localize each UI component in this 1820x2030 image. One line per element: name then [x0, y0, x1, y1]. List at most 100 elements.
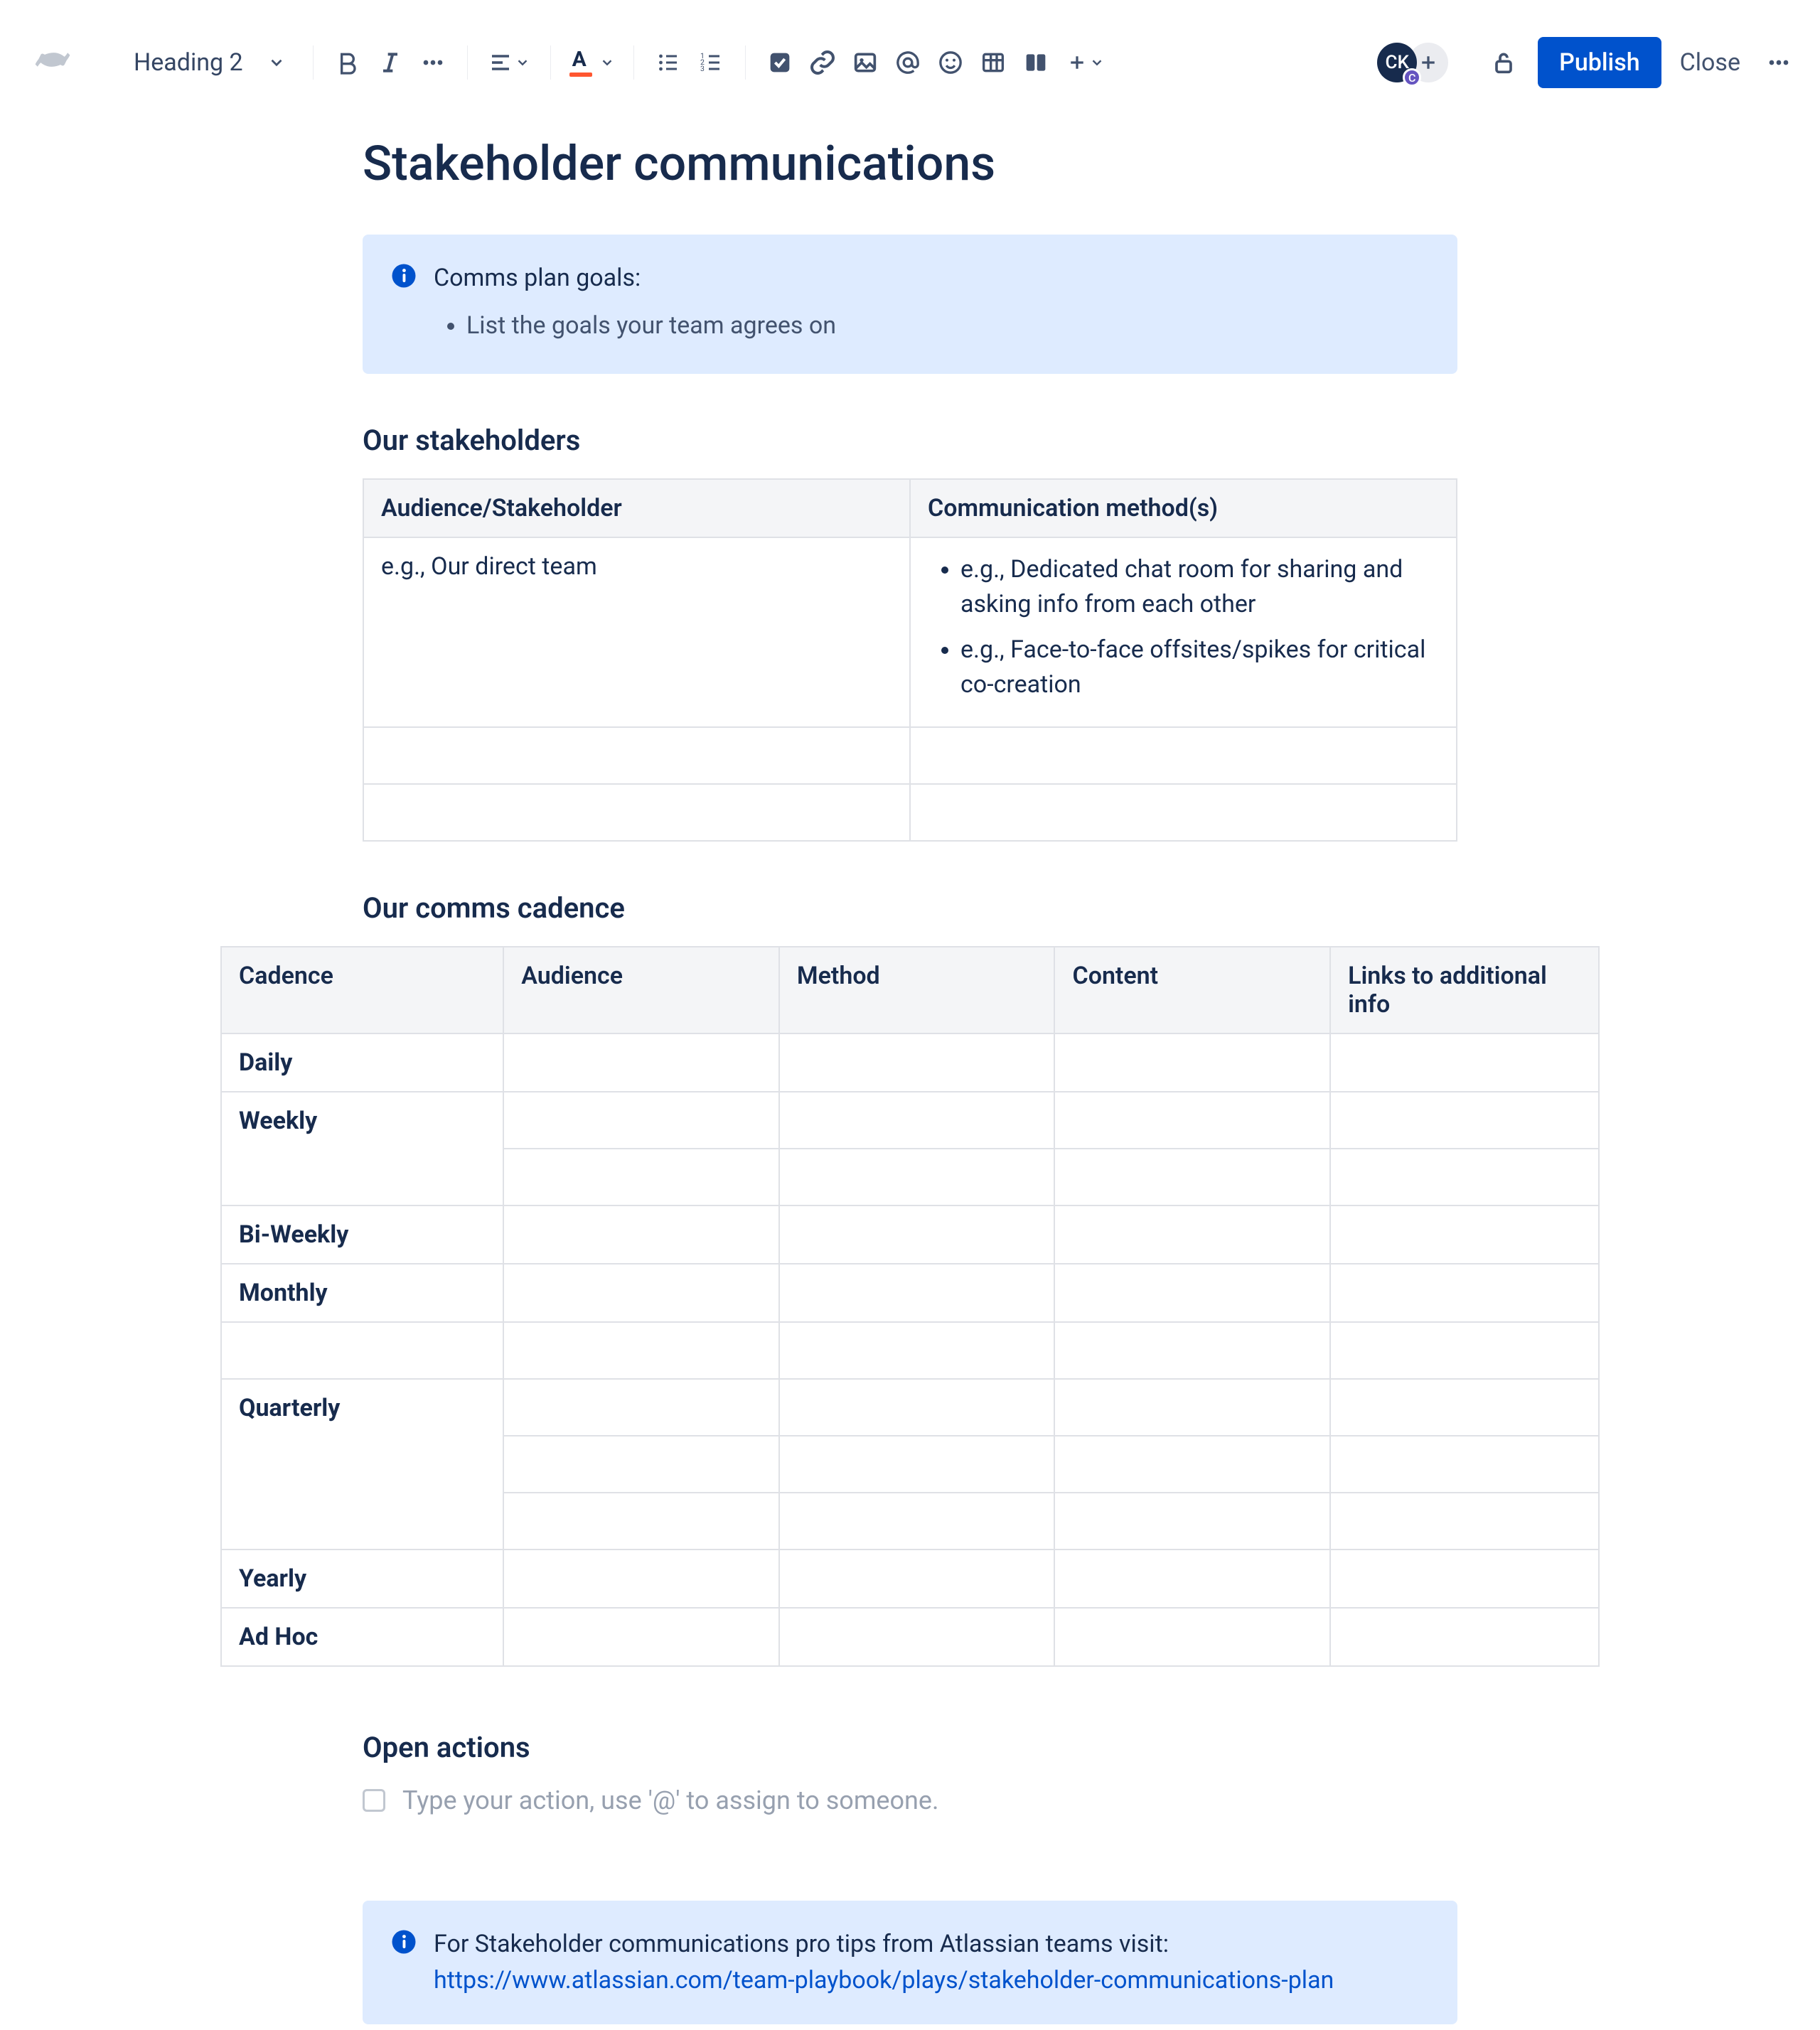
publish-button[interactable]: Publish	[1538, 37, 1661, 88]
table-row[interactable]: Weekly	[221, 1092, 1599, 1149]
stakeholders-table[interactable]: Audience/Stakeholder Communication metho…	[363, 478, 1457, 842]
table-cell[interactable]	[503, 1379, 779, 1436]
table-cell[interactable]	[1330, 1550, 1599, 1608]
table-row[interactable]: Bi-Weekly	[221, 1205, 1599, 1264]
table-cell[interactable]	[1330, 1205, 1599, 1264]
text-style-dropdown[interactable]: Heading 2	[127, 41, 300, 84]
table-cell[interactable]	[503, 1205, 779, 1264]
list-item[interactable]: e.g., Face-to-face offsites/spikes for c…	[960, 633, 1439, 703]
table-cell[interactable]	[1330, 1379, 1599, 1436]
cadence-row-label[interactable]: Ad Hoc	[221, 1608, 503, 1666]
table-cell[interactable]	[779, 1092, 1055, 1149]
insert-dropdown[interactable]	[1057, 41, 1114, 84]
cadence-th[interactable]: Content	[1054, 947, 1330, 1033]
open-actions-heading[interactable]: Open actions	[363, 1731, 1457, 1764]
table-cell[interactable]	[1054, 1205, 1330, 1264]
table-cell[interactable]	[1054, 1322, 1330, 1379]
table-cell[interactable]	[1054, 1550, 1330, 1608]
table-cell[interactable]	[1054, 1436, 1330, 1493]
numbered-list-button[interactable]: 123	[690, 41, 732, 84]
bold-button[interactable]	[326, 41, 369, 84]
info-panel-body[interactable]: For Stakeholder communications pro tips …	[434, 1926, 1429, 1999]
table-cell[interactable]	[910, 784, 1457, 841]
alignment-dropdown[interactable]	[481, 41, 537, 84]
table-row[interactable]	[221, 1322, 1599, 1379]
table-cell[interactable]	[1330, 1608, 1599, 1666]
table-cell[interactable]	[779, 1493, 1055, 1550]
table-cell[interactable]	[1330, 1149, 1599, 1205]
cadence-row-label[interactable]: Yearly	[221, 1550, 503, 1608]
document-body[interactable]: Stakeholder communications Comms plan go…	[363, 100, 1457, 925]
cadence-heading[interactable]: Our comms cadence	[363, 891, 1457, 925]
user-avatar[interactable]: CK C	[1377, 43, 1417, 82]
table-row[interactable]: Quarterly	[221, 1379, 1599, 1436]
table-cell[interactable]	[503, 1092, 779, 1149]
table-cell[interactable]	[779, 1436, 1055, 1493]
table-cell[interactable]	[503, 1149, 779, 1205]
table-cell[interactable]	[503, 1264, 779, 1322]
table-cell[interactable]	[779, 1205, 1055, 1264]
more-actions-button[interactable]	[1759, 43, 1799, 82]
table-cell[interactable]	[1330, 1264, 1599, 1322]
action-placeholder[interactable]: Type your action, use '@' to assign to s…	[402, 1785, 939, 1815]
table-cell[interactable]	[503, 1608, 779, 1666]
info-panel-goals[interactable]: Comms plan goals: List the goals your te…	[363, 235, 1457, 374]
table-cell[interactable]	[1054, 1264, 1330, 1322]
restrictions-button[interactable]	[1484, 43, 1524, 82]
table-cell[interactable]	[1330, 1033, 1599, 1092]
table-row[interactable]: Monthly	[221, 1264, 1599, 1322]
table-cell[interactable]	[363, 727, 910, 784]
table-row[interactable]: Daily	[221, 1033, 1599, 1092]
table-cell[interactable]	[1330, 1322, 1599, 1379]
action-item[interactable]: Type your action, use '@' to assign to s…	[363, 1785, 1457, 1815]
table-row[interactable]	[363, 784, 1457, 841]
table-row[interactable]	[363, 727, 1457, 784]
table-cell[interactable]	[779, 1033, 1055, 1092]
close-button[interactable]: Close	[1661, 37, 1759, 88]
table-cell[interactable]	[1054, 1493, 1330, 1550]
table-cell[interactable]	[503, 1493, 779, 1550]
cadence-th[interactable]: Method	[779, 947, 1055, 1033]
cadence-row-label[interactable]: Quarterly	[221, 1379, 503, 1550]
text-color-dropdown[interactable]: A	[564, 41, 621, 84]
table-cell[interactable]	[363, 784, 910, 841]
table-cell[interactable]	[1054, 1033, 1330, 1092]
info-panel-body[interactable]: Comms plan goals: List the goals your te…	[434, 260, 1429, 348]
layouts-button[interactable]	[1015, 41, 1057, 84]
stakeholders-cell-methods[interactable]: e.g., Dedicated chat room for sharing an…	[910, 537, 1457, 727]
cadence-table[interactable]: Cadence Audience Method Content Links to…	[220, 946, 1600, 1667]
cadence-th[interactable]: Links to additional info	[1330, 947, 1599, 1033]
stakeholders-th-methods[interactable]: Communication method(s)	[910, 479, 1457, 537]
table-cell[interactable]	[779, 1379, 1055, 1436]
table-cell[interactable]	[503, 1322, 779, 1379]
table-cell[interactable]	[1054, 1149, 1330, 1205]
cadence-th[interactable]: Cadence	[221, 947, 503, 1033]
image-button[interactable]	[844, 41, 887, 84]
table-cell[interactable]	[503, 1033, 779, 1092]
cadence-row-label[interactable]: Weekly	[221, 1092, 503, 1205]
table-row[interactable]: Ad Hoc	[221, 1608, 1599, 1666]
table-cell[interactable]	[221, 1322, 503, 1379]
table-cell[interactable]	[1054, 1608, 1330, 1666]
cadence-row-label[interactable]: Monthly	[221, 1264, 503, 1322]
stakeholders-th-audience[interactable]: Audience/Stakeholder	[363, 479, 910, 537]
table-cell[interactable]	[779, 1322, 1055, 1379]
table-row[interactable]: Yearly	[221, 1550, 1599, 1608]
emoji-button[interactable]	[929, 41, 972, 84]
link-button[interactable]	[801, 41, 844, 84]
table-cell[interactable]	[779, 1149, 1055, 1205]
table-cell[interactable]	[779, 1608, 1055, 1666]
table-cell[interactable]	[503, 1436, 779, 1493]
list-item[interactable]: e.g., Dedicated chat room for sharing an…	[960, 552, 1439, 623]
tips-link[interactable]: https://www.atlassian.com/team-playbook/…	[434, 1966, 1334, 1994]
more-formatting-button[interactable]	[412, 41, 454, 84]
action-checkbox[interactable]	[363, 1789, 385, 1812]
table-cell[interactable]	[503, 1550, 779, 1608]
table-row[interactable]: e.g., Our direct team e.g., Dedicated ch…	[363, 537, 1457, 727]
table-cell[interactable]	[779, 1264, 1055, 1322]
table-cell[interactable]	[1054, 1379, 1330, 1436]
stakeholders-cell-audience[interactable]: e.g., Our direct team	[363, 537, 910, 727]
table-cell[interactable]	[779, 1550, 1055, 1608]
table-cell[interactable]	[1330, 1436, 1599, 1493]
info-panel-tips[interactable]: For Stakeholder communications pro tips …	[363, 1901, 1457, 2024]
